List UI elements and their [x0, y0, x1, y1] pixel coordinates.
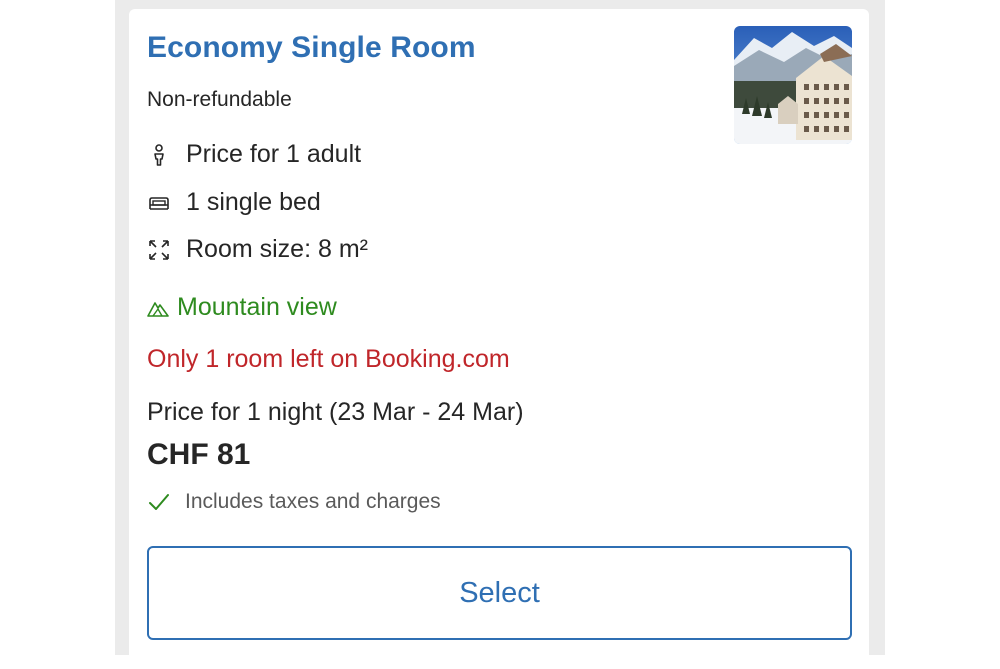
room-photo[interactable] [734, 26, 852, 144]
person-icon [154, 143, 164, 166]
mountain-view-label: Mountain view [177, 293, 337, 321]
select-button[interactable]: Select [147, 546, 852, 640]
bed-icon [149, 196, 169, 210]
price-value: CHF 81 [147, 438, 251, 471]
feature-bed: 1 single bed [147, 188, 321, 217]
room-size-icon [149, 239, 169, 260]
checkmark-icon [149, 494, 169, 510]
feature-adult-label: Price for 1 adult [186, 140, 362, 168]
taxes-label: Includes taxes and charges [185, 490, 441, 513]
feature-room-size: Room size: 8 m² [147, 235, 368, 264]
mountain-view-feature: Mountain view [147, 293, 337, 322]
feature-adult: Price for 1 adult [147, 140, 361, 169]
mountain-icon [147, 301, 169, 317]
cancellation-policy: Non-refundable [147, 88, 292, 111]
feature-bed-label: 1 single bed [186, 188, 321, 216]
price-caption: Price for 1 night (23 Mar - 24 Mar) [147, 398, 524, 426]
taxes-note: Includes taxes and charges [147, 490, 441, 514]
feature-room-size-label: Room size: 8 m² [186, 235, 368, 263]
hotel-mountain-image [734, 26, 852, 144]
availability-warning: Only 1 room left on Booking.com [147, 345, 510, 373]
room-title[interactable]: Economy Single Room [147, 31, 476, 65]
